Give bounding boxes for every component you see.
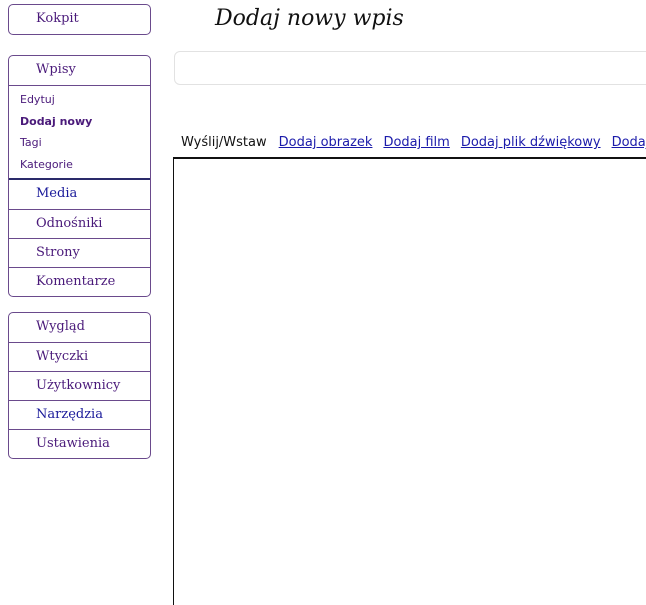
submenu-item-add-new[interactable]: Dodaj nowy xyxy=(9,111,150,133)
menu-item-pages[interactable]: Strony xyxy=(9,238,150,267)
menu-box-settings-group: Wygląd Wtyczki Użytkownicy Narzędzia Ust… xyxy=(8,312,151,459)
page: Kokpit Wpisy Edytuj Dodaj nowy Tagi Kate… xyxy=(0,0,646,605)
menu-item-dashboard[interactable]: Kokpit xyxy=(9,5,150,34)
menu-box-dashboard: Kokpit xyxy=(8,4,151,35)
tab-upload-insert[interactable]: Wyślij/Wstaw xyxy=(181,135,267,150)
tab-add-media[interactable]: Dodaj xyxy=(612,135,646,150)
menu-item-appearance[interactable]: Wygląd xyxy=(9,313,150,342)
menu-item-settings[interactable]: Ustawienia xyxy=(9,429,150,458)
media-tabs: Wyślij/Wstaw Dodaj obrazek Dodaj film Dodaj… xyxy=(181,135,646,150)
posts-submenu: Edytuj Dodaj nowy Tagi Kategorie xyxy=(9,85,150,180)
tab-add-image[interactable]: Dodaj obrazek xyxy=(279,135,373,150)
page-title: Dodaj nowy wpis xyxy=(215,6,404,31)
menu-box-posts: Wpisy Edytuj Dodaj nowy Tagi Kategorie M… xyxy=(8,55,151,297)
post-title-input[interactable] xyxy=(174,51,646,85)
tab-add-audio[interactable]: Dodaj plik dźwiękowy xyxy=(461,135,601,150)
menu-item-plugins[interactable]: Wtyczki xyxy=(9,342,150,371)
submenu-item-edit[interactable]: Edytuj xyxy=(9,89,150,111)
menu-item-media[interactable]: Media xyxy=(9,180,150,209)
media-upload-frame xyxy=(173,157,646,605)
submenu-item-categories[interactable]: Kategorie xyxy=(9,154,150,176)
menu-item-comments[interactable]: Komentarze xyxy=(9,267,150,296)
menu-item-links[interactable]: Odnośniki xyxy=(9,209,150,238)
menu-item-posts[interactable]: Wpisy xyxy=(9,56,150,85)
menu-item-tools[interactable]: Narzędzia xyxy=(9,400,150,429)
tab-add-video[interactable]: Dodaj film xyxy=(383,135,449,150)
menu-item-users[interactable]: Użytkownicy xyxy=(9,371,150,400)
submenu-item-tags[interactable]: Tagi xyxy=(9,132,150,154)
